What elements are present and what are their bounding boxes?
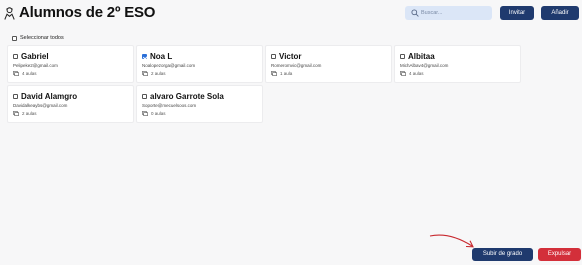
student-checkbox[interactable] [271,54,276,59]
annotation-arrow [429,234,474,248]
student-name: David Alamgro [21,92,78,101]
search-input[interactable] [421,6,489,20]
select-all-checkbox[interactable]: Seleccionar todos [12,35,64,41]
student-name: Gabriel [21,52,49,61]
student-email: Pelipeke2@gmail.com [13,63,58,68]
promote-grade-button[interactable]: Subir de grado [472,248,533,261]
student-lessons: 1 aula [280,71,293,76]
student-card[interactable]: Noa L Noalopezorga@gmail.com 2 aulas [136,45,263,83]
student-email: Noalopezorga@gmail.com [142,63,196,68]
student-card[interactable]: alvaro Garrote Sola Soporte@mecuelsoos.c… [136,85,263,123]
classroom-icon [13,71,19,76]
student-name: Albitaa [408,52,435,61]
student-card[interactable]: Gabriel Pelipeke2@gmail.com 4 aulas [7,45,134,83]
classroom-icon [400,71,406,76]
page-header: Alumnos de 2º ESO Invitar Añadir [0,0,582,28]
student-card[interactable]: Victor Romeromvic@gmail.com 1 aula [265,45,392,83]
student-name: alvaro Garrote Sola [150,92,224,101]
select-all-label: Seleccionar todos [20,35,64,41]
student-checkbox[interactable] [13,54,18,59]
student-lessons: 2 aulas [151,71,166,76]
student-lessons: 0 aulas [151,111,166,116]
student-icon [4,7,15,20]
student-email: Davidalkeaybs@gmail.com [13,103,68,108]
student-name: Noa L [150,52,173,61]
select-all-box[interactable] [12,35,17,41]
student-lessons: 2 aulas [22,111,37,116]
student-email: Soporte@mecuelsoos.com [142,103,197,108]
student-card[interactable]: David Alamgro Davidalkeaybs@gmail.com 2 … [7,85,134,123]
student-email: Romeromvic@gmail.com [271,63,322,68]
invite-button[interactable]: Invitar [500,6,534,20]
classroom-icon [271,71,277,76]
student-checkbox[interactable] [142,54,147,59]
search-icon [411,9,419,17]
student-email: MichAlbav4@gmail.com [400,63,449,68]
classroom-icon [142,71,148,76]
student-lessons: 4 aulas [409,71,424,76]
add-button[interactable]: Añadir [541,6,579,20]
page-title: Alumnos de 2º ESO [19,4,156,21]
search-box[interactable] [405,6,492,20]
expel-button[interactable]: Expulsar [538,248,581,261]
student-checkbox[interactable] [400,54,405,59]
student-checkbox[interactable] [142,94,147,99]
student-checkbox[interactable] [13,94,18,99]
student-name: Victor [279,52,302,61]
classroom-icon [142,111,148,116]
classroom-icon [13,111,19,116]
student-card[interactable]: Albitaa MichAlbav4@gmail.com 4 aulas [394,45,521,83]
student-lessons: 4 aulas [22,71,37,76]
